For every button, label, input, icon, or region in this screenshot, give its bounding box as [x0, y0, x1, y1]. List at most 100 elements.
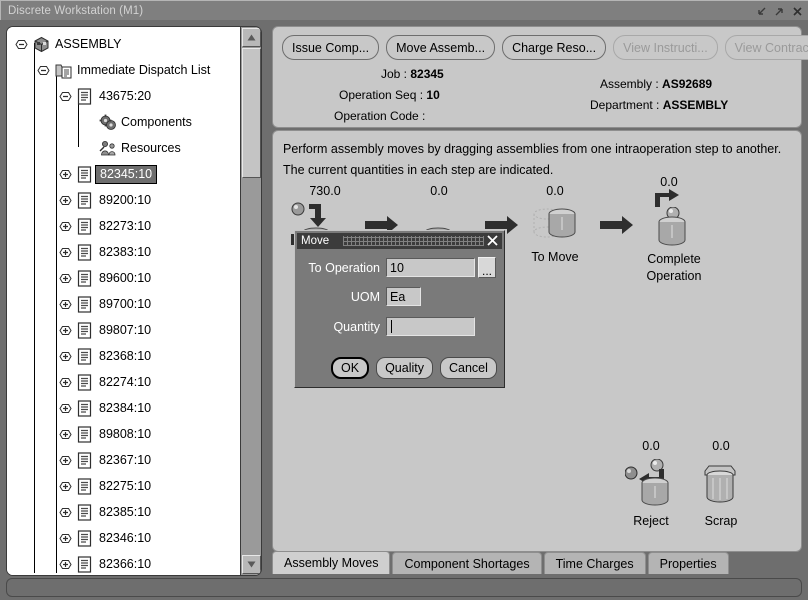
folder-doc-icon	[55, 62, 72, 79]
scrollbar-thumb[interactable]	[242, 48, 261, 178]
job-value: 82345	[410, 67, 444, 81]
tree-expand-handle[interactable]	[59, 194, 72, 207]
minimize-button[interactable]	[755, 5, 768, 18]
document-icon	[77, 217, 94, 235]
tab-assembly-moves[interactable]: Assembly Moves	[272, 551, 391, 574]
barrel-out-icon[interactable]	[651, 206, 699, 254]
tree-expand-handle[interactable]	[59, 272, 72, 285]
tree-item-89807-10[interactable]: 89807:10	[7, 317, 240, 343]
tree-expand-handle[interactable]	[59, 402, 72, 415]
tree-item-label: 82275:10	[99, 479, 152, 493]
tree-expand-handle[interactable]	[59, 532, 72, 545]
tree-item-82345-10[interactable]: 82345:10	[7, 161, 240, 187]
tree-expand-handle[interactable]	[59, 298, 72, 311]
tree-collapse-handle[interactable]	[15, 38, 28, 51]
tree-rows-container: ASSEMBLY Immediate Dispatch List 43675:20 C…	[7, 27, 240, 575]
department-label: Department :	[590, 98, 660, 112]
tab-properties[interactable]: Properties	[647, 552, 729, 574]
tab-component-shortages[interactable]: Component Shortages	[392, 552, 542, 574]
tree-item-assembly[interactable]: ASSEMBLY	[7, 31, 240, 57]
tree-item-label: Components	[121, 115, 192, 129]
tree-item-label: 82345:10	[94, 164, 158, 184]
tree-item-label: 43675:20	[99, 89, 152, 103]
tree-item-82384-10[interactable]: 82384:10	[7, 395, 240, 421]
tree-item-82383-10[interactable]: 82383:10	[7, 239, 240, 265]
tree-collapse-handle[interactable]	[37, 64, 50, 77]
scrap-quantity: 0.0	[712, 439, 730, 453]
quality-button[interactable]: Quality	[376, 357, 433, 379]
tree-item-label: 82384:10	[99, 401, 152, 415]
status-bar	[6, 578, 802, 597]
tree-expand-handle[interactable]	[59, 350, 72, 363]
scroll-down-button[interactable]	[242, 555, 261, 574]
tab-bar: Assembly Moves Component Shortages Time Ch…	[272, 550, 802, 574]
tree-expand-handle[interactable]	[59, 428, 72, 441]
to-operation-input[interactable]: 10	[386, 258, 475, 277]
maximize-button[interactable]	[773, 5, 786, 18]
cancel-button[interactable]: Cancel	[439, 357, 497, 379]
tree-expand-handle[interactable]	[59, 376, 72, 389]
scroll-up-button[interactable]	[242, 28, 261, 47]
move-dialog-title: Move	[301, 235, 330, 247]
tree-item-89700-10[interactable]: 89700:10	[7, 291, 240, 317]
tree-item-82275-10[interactable]: 82275:10	[7, 473, 240, 499]
tree-item-components[interactable]: Components	[7, 109, 240, 135]
uom-input[interactable]: Ea	[386, 287, 421, 306]
tree-item-82367-10[interactable]: 82367:10	[7, 447, 240, 473]
tree-item-43675-20[interactable]: 43675:20	[7, 83, 240, 109]
move-assemblies-button[interactable]: Move Assemb...	[386, 35, 496, 60]
tree-item-82273-10[interactable]: 82273:10	[7, 213, 240, 239]
close-button[interactable]	[791, 5, 804, 18]
tree-item-82274-10[interactable]: 82274:10	[7, 369, 240, 395]
job-header-group: Issue Comp... Move Assemb... Charge Reso..…	[272, 26, 808, 128]
ok-button[interactable]: OK	[331, 357, 370, 379]
barrel-dashed-icon[interactable]	[531, 203, 583, 250]
navigator-tree-panel: ASSEMBLY Immediate Dispatch List 43675:20 C…	[6, 26, 262, 576]
assembly-value: AS92689	[662, 77, 713, 91]
reject-label: Reject	[633, 514, 669, 528]
operation-code-label: Operation Code :	[334, 109, 426, 123]
document-icon	[77, 243, 94, 261]
tree-item-immediate-dispatch-list[interactable]: Immediate Dispatch List	[7, 57, 240, 83]
tree-collapse-handle[interactable]	[59, 90, 72, 103]
complete-quantity: 0.0	[660, 175, 678, 189]
tree-item-82368-10[interactable]: 82368:10	[7, 343, 240, 369]
tree-item-89200-10[interactable]: 89200:10	[7, 187, 240, 213]
tree-expand-handle[interactable]	[59, 480, 72, 493]
tree-expand-handle[interactable]	[59, 220, 72, 233]
job-label: Job :	[381, 67, 408, 81]
quantity-input[interactable]	[386, 317, 475, 336]
charge-resources-button[interactable]: Charge Reso...	[502, 35, 607, 60]
tree-expand-handle[interactable]	[59, 454, 72, 467]
issue-components-button[interactable]: Issue Comp...	[282, 35, 380, 60]
tree-item-82366-10[interactable]: 82366:10	[7, 551, 240, 575]
barrel-reject-icon[interactable]	[624, 458, 681, 512]
tree-item-label: 89600:10	[99, 271, 152, 285]
move-dialog-close-icon[interactable]	[486, 234, 499, 247]
document-icon	[77, 451, 94, 469]
to-operation-lov-button[interactable]: ...	[478, 257, 496, 278]
tree-item-resources[interactable]: Resources	[7, 135, 240, 161]
operation-seq-label: Operation Seq :	[339, 88, 424, 102]
tab-time-charges[interactable]: Time Charges	[543, 552, 646, 574]
tree-expand-handle[interactable]	[59, 558, 72, 571]
tree-expand-handle[interactable]	[59, 246, 72, 259]
tree-item-82385-10[interactable]: 82385:10	[7, 499, 240, 525]
scrap-label: Scrap	[704, 514, 738, 528]
tree-expand-handle[interactable]	[59, 324, 72, 337]
tree-item-82346-10[interactable]: 82346:10	[7, 525, 240, 551]
tree-expand-handle[interactable]	[59, 506, 72, 519]
tree-item-89808-10[interactable]: 89808:10	[7, 421, 240, 447]
operation-seq-value: 10	[426, 88, 440, 102]
tree-item-label: 82367:10	[99, 453, 152, 467]
tree-item-89600-10[interactable]: 89600:10	[7, 265, 240, 291]
tree-vertical-scrollbar[interactable]	[240, 27, 261, 575]
scrap-bin-icon[interactable]	[699, 461, 745, 512]
move-dialog-titlebar[interactable]: Move	[297, 233, 502, 249]
job-field: Job : 82345	[381, 67, 444, 81]
tree-item-label: 89700:10	[99, 297, 152, 311]
document-icon	[77, 87, 94, 105]
tree-expand-handle[interactable]	[59, 168, 72, 181]
queue-quantity: 730.0	[309, 184, 341, 198]
operation-code-field: Operation Code :	[334, 109, 425, 123]
